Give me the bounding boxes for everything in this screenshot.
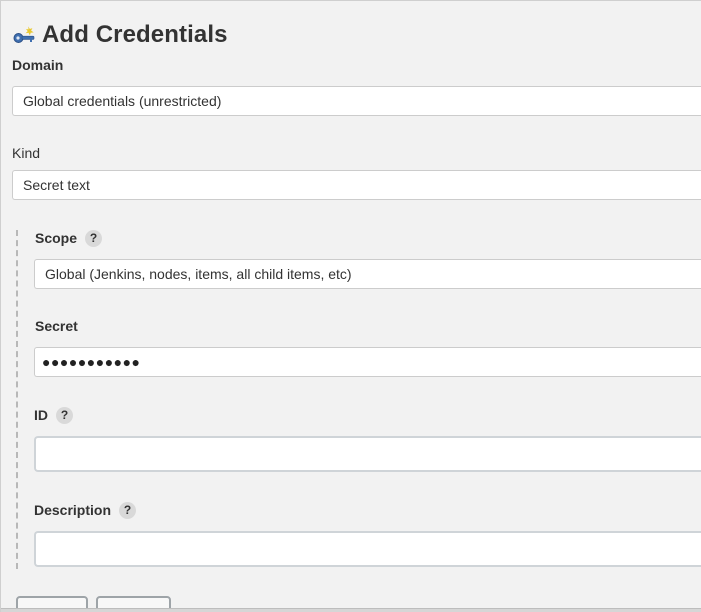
scope-select-value: Global (Jenkins, nodes, items, all child… — [45, 266, 352, 282]
description-label: Description — [34, 502, 112, 518]
secret-label: Secret — [35, 318, 78, 334]
domain-select[interactable]: Global credentials (unrestricted) — [12, 86, 701, 116]
page-title: Add Credentials — [42, 21, 228, 48]
add-credentials-panel: Add Credentials Domain Global credential… — [0, 0, 701, 612]
scope-select[interactable]: Global (Jenkins, nodes, items, all child… — [34, 259, 701, 289]
secret-input[interactable]: ●●●●●●●●●●● — [34, 347, 701, 377]
id-help-icon[interactable]: ? — [56, 406, 73, 424]
description-label-row: Description ? — [34, 501, 137, 519]
domain-select-value: Global credentials (unrestricted) — [23, 93, 222, 109]
scope-label: Scope — [35, 230, 78, 246]
secret-masked-value: ●●●●●●●●●●● — [42, 354, 141, 370]
description-help-icon[interactable]: ? — [119, 501, 137, 519]
secret-label-row: Secret — [35, 317, 78, 335]
kind-options-divider — [16, 230, 18, 569]
scope-label-row: Scope ? — [35, 229, 103, 247]
scope-help-icon[interactable]: ? — [85, 229, 103, 247]
domain-label: Domain — [12, 57, 64, 73]
id-input[interactable] — [34, 436, 701, 472]
id-label-row: ID ? — [34, 406, 73, 424]
kind-label: Kind — [12, 145, 41, 161]
kind-select[interactable]: Secret text — [12, 170, 701, 200]
id-label: ID — [34, 407, 48, 423]
key-icon — [12, 23, 36, 47]
window-bottom-edge — [1, 608, 701, 612]
description-input[interactable] — [34, 531, 701, 567]
page-header: Add Credentials — [12, 20, 228, 50]
kind-select-value: Secret text — [23, 177, 90, 193]
